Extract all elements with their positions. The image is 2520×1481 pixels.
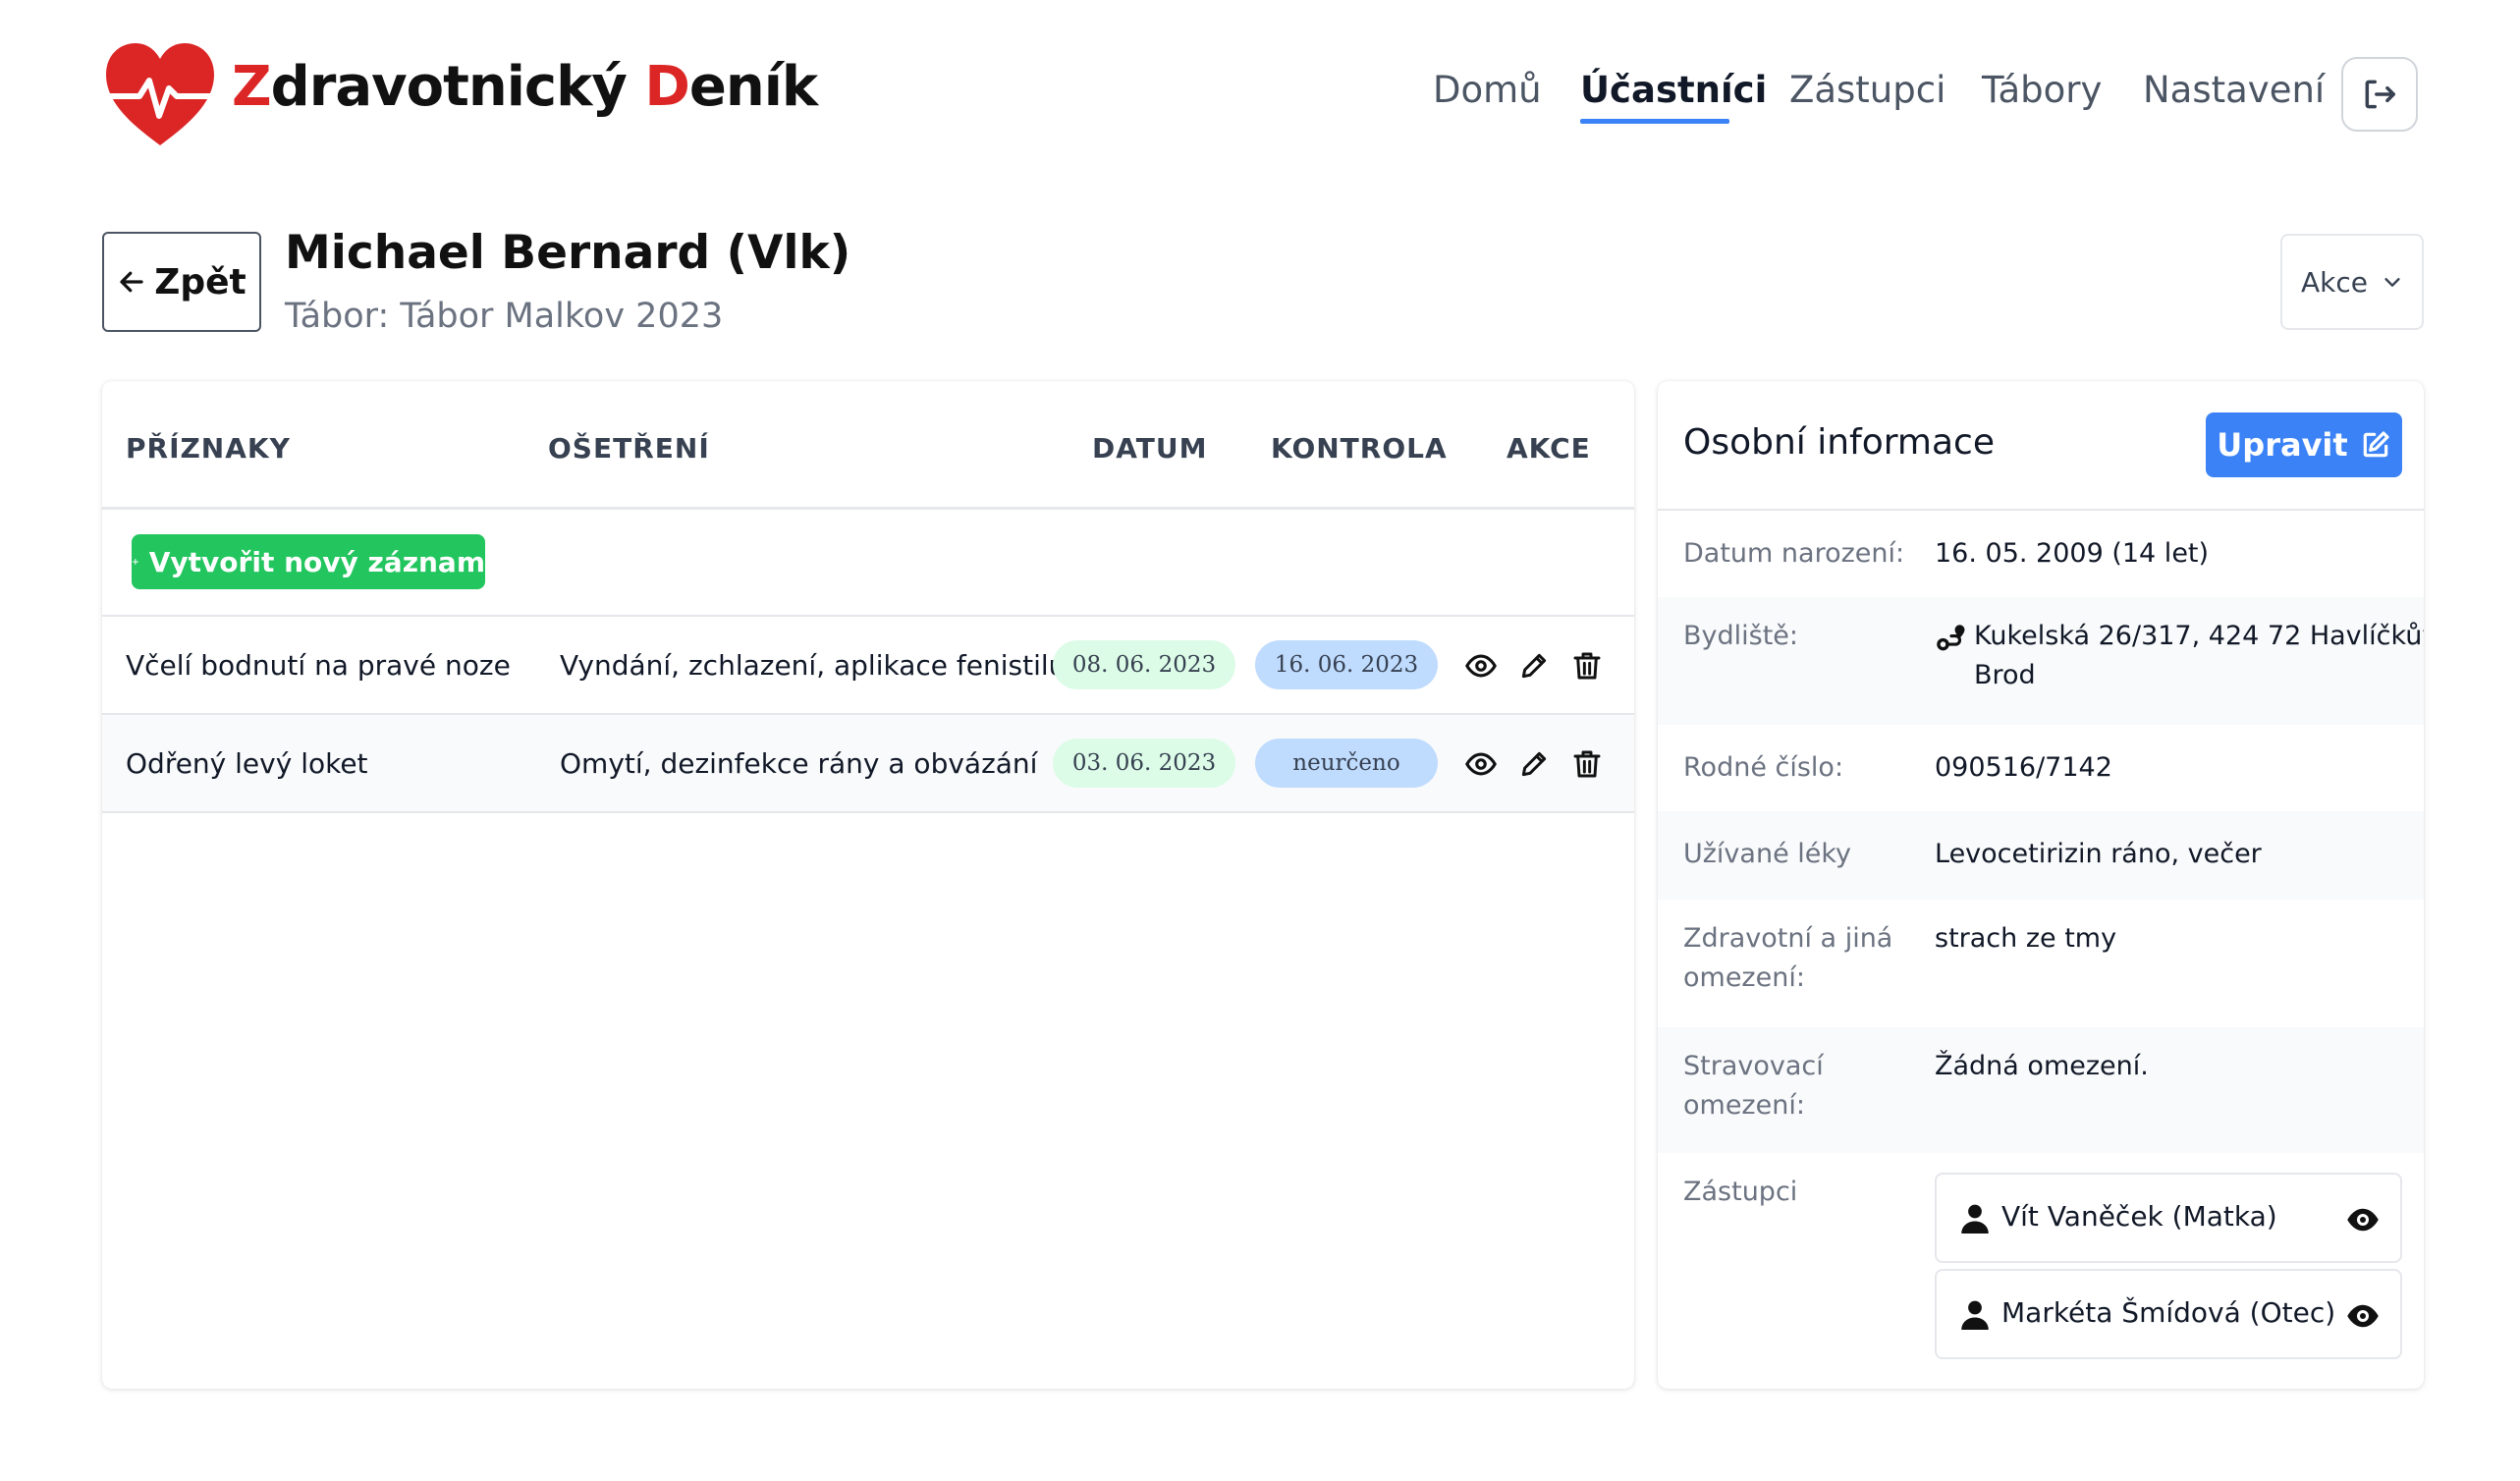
user-icon — [1961, 1300, 1989, 1330]
brand-name[interactable]: Zdravotnický Deník — [232, 55, 818, 119]
view-record-button[interactable] — [1463, 648, 1499, 684]
eye-icon — [1465, 654, 1497, 678]
plus-icon — [132, 558, 138, 566]
camp-subtitle: Tábor: Tábor Malkov 2023 — [285, 297, 724, 336]
chevron-down-icon — [2384, 278, 2400, 287]
info-row-id: Rodné číslo: 090516/7142 — [1658, 725, 2424, 811]
symptom-cell: Odřený levý loket — [126, 746, 368, 780]
treatment-cell: Vyndání, zchlazení, aplikace fenistilu — [560, 648, 1067, 682]
user-icon — [1961, 1204, 1989, 1234]
nav-item-camps[interactable]: Tábory — [1982, 69, 2102, 111]
trash-icon — [1573, 652, 1601, 680]
id-label: Rodné číslo: — [1683, 752, 1844, 783]
edit-record-button[interactable] — [1516, 648, 1552, 684]
personal-info-title: Osobní informace — [1683, 422, 1995, 463]
symptom-cell: Včelí bodnutí na pravé noze — [126, 648, 511, 682]
health-value: strach ze tmy — [1935, 923, 2117, 954]
delete-record-button[interactable] — [1569, 746, 1605, 782]
diet-value: Žádná omezení. — [1935, 1051, 2149, 1081]
info-row-diet: Stravovací omezení: Žádná omezení. — [1658, 1027, 2424, 1153]
pencil-icon — [1521, 751, 1547, 777]
column-header-treatment: OŠETŘENÍ — [548, 432, 710, 465]
info-row-address: Bydliště: Kukelská 26/317, 424 72 Havlíč… — [1658, 597, 2424, 725]
diet-label-line1: Stravovací — [1683, 1051, 1824, 1081]
address-label: Bydliště: — [1683, 621, 1799, 651]
back-button-label: Zpět — [154, 261, 247, 302]
arrow-left-icon — [120, 271, 143, 293]
check-badge: neurčeno — [1255, 739, 1438, 788]
create-record-label: Vytvořit nový záznam — [148, 545, 485, 578]
trash-icon — [1573, 750, 1601, 778]
nav-item-representatives[interactable]: Zástupci — [1789, 69, 1945, 111]
logout-button[interactable] — [2341, 57, 2418, 132]
column-header-symptoms: PŘÍZNAKY — [126, 432, 291, 465]
nav-item-participants[interactable]: Účastníci — [1580, 69, 1767, 111]
health-label-line1: Zdravotní a jiná — [1683, 923, 1893, 954]
nav-active-indicator — [1580, 119, 1729, 124]
id-value: 090516/7142 — [1935, 752, 2112, 783]
heart-pulse-logo-icon — [103, 43, 217, 145]
info-row-health: Zdravotní a jiná omezení: strach ze tmy — [1658, 900, 2424, 1027]
records-card: PŘÍZNAKY OŠETŘENÍ DATUM KONTROLA AKCE Vy… — [102, 381, 1634, 1389]
actions-dropdown-label: Akce — [2301, 265, 2368, 299]
representative-item[interactable]: Vít Vaněček (Matka) — [1935, 1173, 2402, 1263]
health-label-line2: omezení: — [1683, 962, 1805, 993]
birth-value: 16. 05. 2009 (14 let) — [1935, 538, 2210, 569]
address-value-line1: Kukelská 26/317, 424 72 Havlíčkův — [1974, 621, 2424, 651]
treatment-cell: Omytí, dezinfekce rány a obvázání — [560, 746, 1038, 780]
column-header-check: KONTROLA — [1271, 432, 1448, 465]
create-record-button[interactable]: Vytvořit nový záznam — [132, 534, 485, 589]
edit-button-label: Upravit — [2217, 426, 2348, 464]
edit-record-button[interactable] — [1516, 746, 1552, 782]
meds-label: Užívané léky — [1683, 839, 1852, 869]
column-header-date: DATUM — [1092, 432, 1208, 465]
date-badge: 08. 06. 2023 — [1053, 640, 1235, 689]
page-title: Michael Bernard (Vlk) — [285, 226, 851, 280]
info-row-representatives: Zástupci Vít Vaněček (Matka) Markéta Šmí… — [1658, 1153, 2424, 1389]
pencil-icon — [1521, 653, 1547, 679]
representative-name: Markéta Šmídová (Otec) — [2001, 1296, 2336, 1329]
representative-name: Vít Vaněček (Matka) — [2001, 1200, 2277, 1233]
route-icon — [1937, 625, 1965, 651]
header-divider — [102, 507, 1634, 510]
edit-personal-info-button[interactable]: Upravit — [2206, 412, 2402, 477]
date-badge: 03. 06. 2023 — [1053, 739, 1235, 788]
view-record-button[interactable] — [1463, 746, 1499, 782]
birth-label: Datum narození: — [1683, 538, 1905, 569]
info-row-birth: Datum narození: 16. 05. 2009 (14 let) — [1658, 511, 2424, 597]
column-header-actions: AKCE — [1507, 432, 1591, 465]
back-button[interactable]: Zpět — [102, 232, 261, 332]
row-divider — [102, 811, 1634, 813]
nav-item-settings[interactable]: Nastavení — [2143, 69, 2325, 111]
nav-item-home[interactable]: Domů — [1433, 69, 1542, 111]
table-row: Odřený levý loket Omytí, dezinfekce rány… — [102, 715, 1634, 811]
edit-square-icon — [2363, 431, 2389, 458]
actions-dropdown[interactable]: Akce — [2280, 234, 2424, 330]
representatives-label: Zástupci — [1683, 1177, 1798, 1207]
address-value-line2: Brod — [1974, 660, 2036, 690]
personal-info-card: Osobní informace Upravit Datum narození:… — [1658, 381, 2424, 1389]
info-row-meds: Užívané léky Levocetirizin ráno, večer — [1658, 811, 2424, 900]
logout-icon — [2365, 80, 2395, 109]
check-badge: 16. 06. 2023 — [1255, 640, 1438, 689]
diet-label-line2: omezení: — [1683, 1090, 1805, 1121]
meds-value: Levocetirizin ráno, večer — [1935, 839, 2262, 869]
eye-icon[interactable] — [2345, 1202, 2381, 1237]
eye-icon — [1465, 752, 1497, 776]
eye-icon[interactable] — [2345, 1298, 2381, 1334]
delete-record-button[interactable] — [1569, 648, 1605, 684]
representative-item[interactable]: Markéta Šmídová (Otec) — [1935, 1269, 2402, 1359]
table-row: Včelí bodnutí na pravé noze Vyndání, zch… — [102, 617, 1634, 713]
